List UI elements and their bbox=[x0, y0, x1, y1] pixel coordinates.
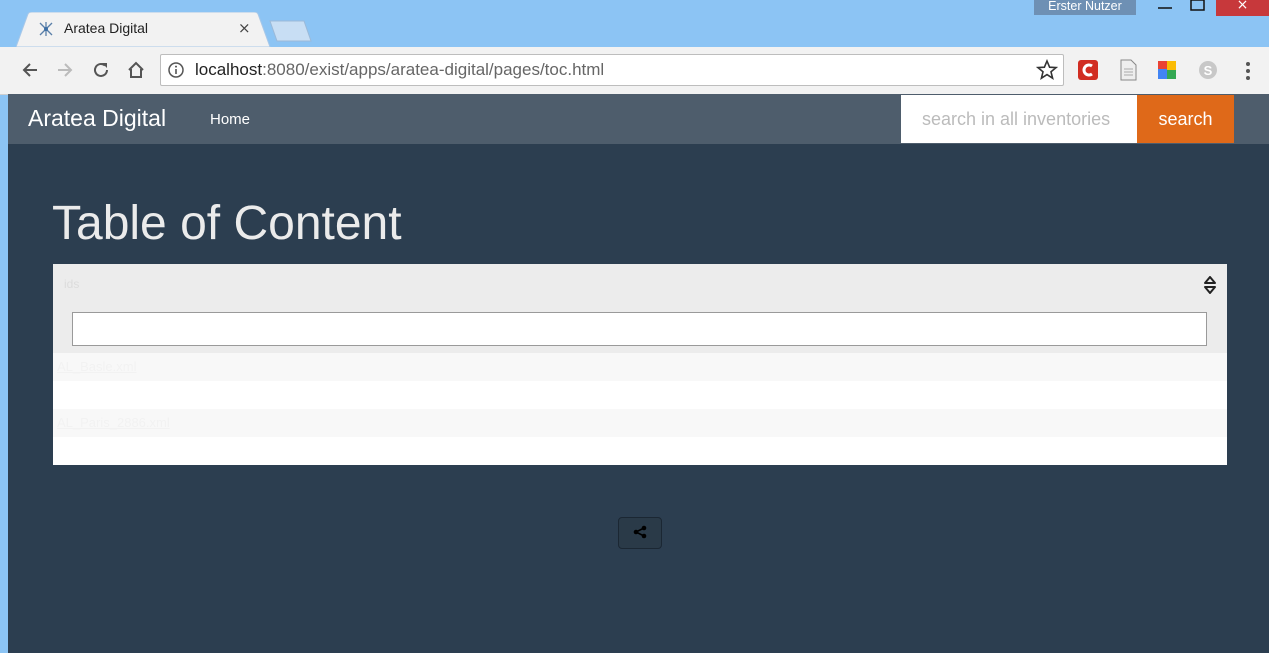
share-icon bbox=[632, 524, 648, 543]
file-link[interactable]: AL_Paris_2886.xml bbox=[57, 415, 170, 430]
aratea-favicon-icon bbox=[38, 21, 54, 37]
sort-header-label: ids bbox=[64, 277, 80, 291]
home-icon[interactable] bbox=[123, 57, 149, 83]
table-row: AL_Paris_2886.xml bbox=[53, 409, 1227, 437]
browser-menu-icon[interactable] bbox=[1240, 60, 1256, 86]
sort-header[interactable] bbox=[53, 264, 1227, 304]
back-icon[interactable] bbox=[17, 57, 43, 83]
extension-c-icon[interactable] bbox=[1077, 59, 1099, 81]
tab-title: Aratea Digital bbox=[64, 20, 149, 36]
new-tab-button[interactable] bbox=[268, 20, 314, 46]
file-link[interactable]: AL_Basle.xml bbox=[57, 359, 136, 374]
nav-home-link[interactable]: Home bbox=[210, 111, 250, 128]
window-close-icon[interactable]: × bbox=[1216, 0, 1269, 16]
tab-close-icon[interactable]: × bbox=[238, 19, 251, 37]
extension-document-icon[interactable] bbox=[1117, 59, 1139, 81]
url-host: localhost bbox=[195, 60, 263, 79]
page-title: Table of Content bbox=[52, 197, 402, 250]
filter-input[interactable] bbox=[72, 312, 1207, 346]
profile-badge[interactable]: Erster Nutzer bbox=[1034, 0, 1136, 15]
reload-icon[interactable] bbox=[88, 57, 114, 83]
url-path: :8080/exist/apps/aratea-digital/pages/to… bbox=[262, 60, 605, 79]
minimize-icon[interactable] bbox=[1150, 0, 1180, 16]
bookmark-star-icon[interactable] bbox=[1035, 58, 1059, 85]
search-button[interactable]: search bbox=[1137, 95, 1234, 143]
extension-puzzle-icon[interactable] bbox=[1156, 59, 1178, 81]
skype-icon[interactable]: S bbox=[1197, 59, 1219, 81]
table-row bbox=[53, 381, 1227, 409]
brand-link[interactable]: Aratea Digital bbox=[28, 105, 166, 132]
search-input[interactable] bbox=[901, 95, 1137, 143]
sort-icon[interactable] bbox=[1203, 276, 1217, 298]
table-row: AL_Basle.xml bbox=[53, 353, 1227, 381]
forward-icon[interactable] bbox=[52, 57, 78, 83]
maximize-icon[interactable] bbox=[1186, 0, 1210, 16]
site-info-icon[interactable] bbox=[168, 62, 184, 78]
share-button[interactable] bbox=[618, 517, 662, 549]
url-text[interactable]: localhost:8080/exist/apps/aratea-digital… bbox=[195, 60, 604, 80]
svg-text:S: S bbox=[1204, 63, 1213, 78]
table-row bbox=[53, 437, 1227, 465]
